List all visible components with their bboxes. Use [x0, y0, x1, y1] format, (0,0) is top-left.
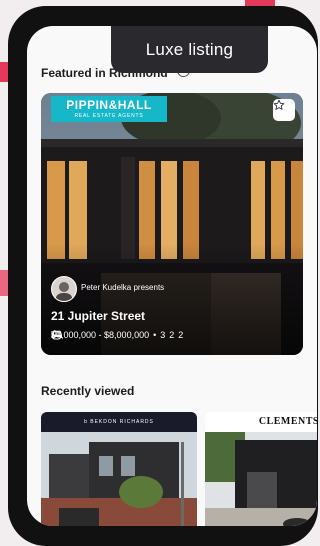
callout-label: Luxe listing	[145, 39, 234, 59]
bathrooms-feature: 2	[52, 330, 175, 340]
recent-listing-card[interactable]: b BEKDON RICHARDS	[41, 412, 197, 526]
agent-presents-text: Peter Kudelka presents	[81, 283, 165, 292]
parking-feature: 2	[52, 330, 184, 340]
car-icon	[52, 330, 62, 338]
agency-logo: PIPPIN&HALL REAL ESTATE AGENTS	[51, 96, 167, 122]
phone-frame: Featured in Richmond i	[8, 6, 318, 546]
separator-dot: •	[153, 330, 157, 340]
star-icon	[273, 99, 285, 110]
app-screen: Featured in Richmond i	[27, 26, 317, 526]
recent-listing-card[interactable]: CLEMENTS	[205, 412, 317, 526]
bedrooms-count: 3	[160, 330, 166, 340]
listing-address: 21 Jupiter Street	[51, 309, 146, 323]
listing-details: $7,000,000 - $8,000,000 • 3 2 2	[51, 330, 183, 340]
recent-agency-logo: b BEKDON RICHARDS	[41, 412, 197, 432]
bedrooms-feature: 3	[51, 330, 166, 340]
bathrooms-count: 2	[169, 330, 175, 340]
luxe-listing-callout: Luxe listing	[111, 26, 268, 73]
featured-listing-card[interactable]: PIPPIN&HALL REAL ESTATE AGENTS Peter Kud…	[41, 93, 303, 355]
recent-agency-logo: CLEMENTS	[258, 415, 317, 427]
parking-count: 2	[178, 330, 184, 340]
agent-avatar	[51, 276, 77, 302]
listing-price: $7,000,000 - $8,000,000	[51, 330, 150, 340]
recently-viewed-title: Recently viewed	[41, 384, 135, 398]
favorite-button[interactable]	[273, 99, 295, 121]
